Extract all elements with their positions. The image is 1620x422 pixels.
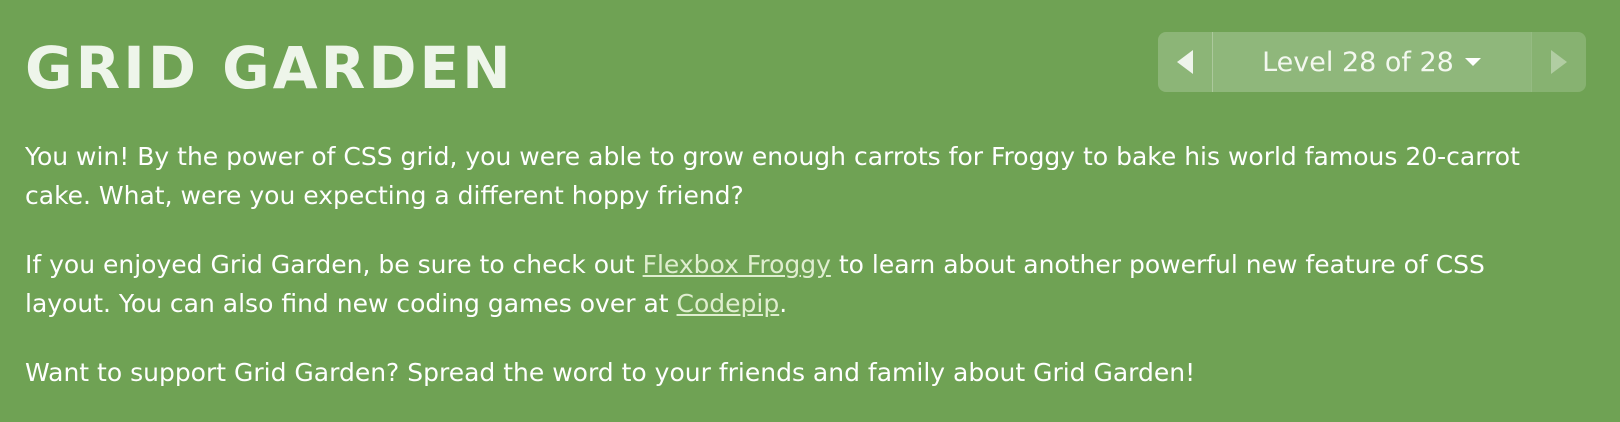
next-level-button[interactable] [1531, 32, 1586, 92]
caret-down-icon [1464, 57, 1482, 67]
recommendation-text-start: If you enjoyed Grid Garden, be sure to c… [25, 250, 643, 279]
triangle-right-icon [1551, 50, 1567, 74]
codepip-link[interactable]: Codepip [677, 289, 780, 318]
recommendation-paragraph: If you enjoyed Grid Garden, be sure to c… [25, 245, 1565, 323]
level-indicator[interactable]: Level 28 of 28 [1213, 32, 1531, 92]
support-message: Want to support Grid Garden? Spread the … [25, 358, 1196, 387]
level-navigation: Level 28 of 28 [1158, 32, 1586, 92]
instructions: You win! By the power of CSS grid, you w… [25, 137, 1565, 422]
level-label: Level 28 of 28 [1262, 46, 1454, 78]
recommendation-text-end: . [779, 289, 788, 318]
previous-level-button[interactable] [1158, 32, 1213, 92]
flexbox-froggy-link[interactable]: Flexbox Froggy [643, 250, 831, 279]
triangle-left-icon [1177, 50, 1193, 74]
page-title: GRID GARDEN [25, 34, 514, 102]
win-message: You win! By the power of CSS grid, you w… [25, 142, 1520, 210]
